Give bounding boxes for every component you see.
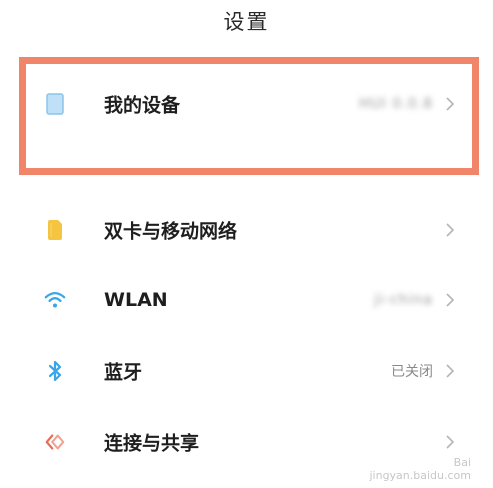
chevron-right-icon xyxy=(443,433,457,451)
watermark-line1: Bai xyxy=(453,456,471,469)
settings-item-my-device[interactable]: 我的设备 HUI 0.0.8 xyxy=(0,74,493,134)
settings-item-dual-sim[interactable]: 双卡与移动网络 xyxy=(0,200,493,260)
settings-item-bluetooth[interactable]: 蓝牙 已关闭 xyxy=(0,341,493,401)
phone-icon xyxy=(44,93,66,115)
chevron-right-icon xyxy=(443,291,457,309)
settings-item-label: 我的设备 xyxy=(104,94,181,117)
settings-item-label: 蓝牙 xyxy=(104,361,143,384)
settings-item-wlan[interactable]: WLAN ji-china xyxy=(0,270,493,330)
settings-item-label: 连接与共享 xyxy=(104,432,200,455)
share-icon xyxy=(44,431,66,453)
bluetooth-status-value: 已关闭 xyxy=(391,364,433,380)
bluetooth-icon xyxy=(44,360,66,382)
watermark: Bai jingyan.baidu.com xyxy=(369,456,471,482)
sim-card-icon xyxy=(44,219,66,241)
wifi-network-value-redacted: ji-china xyxy=(374,292,433,308)
device-name-value-redacted: HUI 0.0.8 xyxy=(359,96,433,112)
chevron-right-icon xyxy=(443,221,457,239)
settings-item-label: WLAN xyxy=(104,289,168,311)
settings-item-label: 双卡与移动网络 xyxy=(104,220,238,243)
chevron-right-icon xyxy=(443,95,457,113)
watermark-line2: jingyan.baidu.com xyxy=(369,469,471,482)
page-title: 设置 xyxy=(223,10,270,34)
wifi-icon xyxy=(44,289,66,311)
chevron-right-icon xyxy=(443,362,457,380)
